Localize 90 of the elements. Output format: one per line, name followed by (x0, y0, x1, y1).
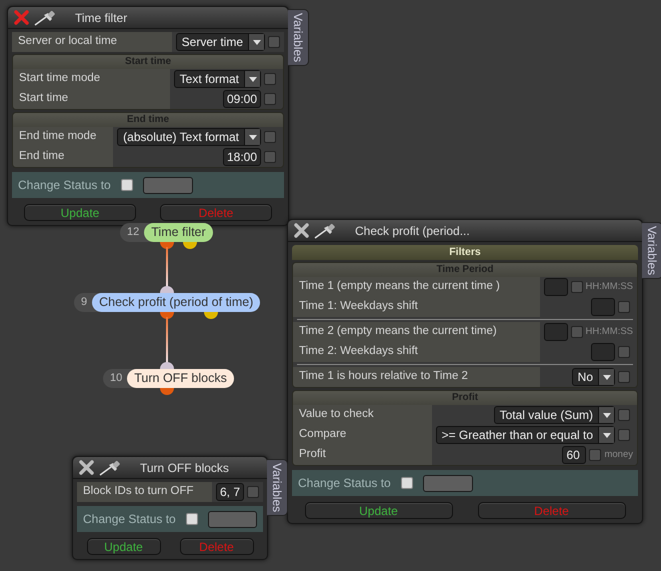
dropdown[interactable]: Server time (176, 33, 265, 51)
caret-icon (602, 432, 610, 438)
field-label: Time 2: Weekdays shift (299, 344, 418, 360)
field-label: Server or local time (18, 34, 118, 50)
window-title: Time filter (75, 10, 128, 26)
pin-icon[interactable] (33, 10, 57, 26)
variables-tab[interactable]: Variables (288, 9, 309, 66)
input-field[interactable]: 18:00 (222, 148, 261, 166)
checkbox[interactable] (570, 281, 582, 293)
close-icon[interactable] (79, 460, 94, 475)
output-port[interactable] (160, 388, 174, 395)
dropdown[interactable]: No (572, 368, 615, 386)
caret-icon (248, 76, 256, 82)
checkbox[interactable] (264, 93, 276, 105)
caret-icon (602, 412, 610, 418)
update-button[interactable]: Update (86, 538, 160, 555)
field-label: Block IDs to turn OFF (83, 484, 194, 500)
checkbox[interactable] (589, 449, 602, 461)
checkbox[interactable] (618, 346, 630, 358)
caret-icon (602, 374, 610, 380)
pin-icon[interactable] (313, 222, 337, 238)
field-label: End time mode (19, 129, 96, 144)
dropdown[interactable]: >= Greather than or equal to (436, 426, 615, 444)
dropdown[interactable]: Total value (Sum) (494, 406, 615, 424)
input-field[interactable] (544, 278, 568, 296)
output-port[interactable] (160, 242, 174, 249)
window-title: Check profit (period... (355, 222, 470, 240)
status-field[interactable] (422, 474, 473, 492)
field-label: Time 1: Weekdays shift (299, 299, 418, 314)
field-label: Time 1 is hours relative to Time 2 (299, 369, 468, 384)
field-label: Value to check (299, 407, 374, 422)
group-header: Filters (292, 245, 638, 260)
field-label: Start time mode (19, 71, 100, 86)
input-field[interactable] (591, 343, 615, 361)
checkbox[interactable] (400, 477, 413, 489)
status-label: Change Status to (298, 475, 391, 492)
field-label: Compare (299, 427, 346, 442)
input-field[interactable] (591, 298, 615, 316)
connector-line (166, 247, 168, 289)
status-label: Change Status to (83, 511, 176, 528)
checkbox[interactable] (618, 429, 630, 441)
checkbox[interactable] (268, 36, 280, 48)
checkbox[interactable] (570, 326, 582, 338)
window-title: Turn OFF blocks (140, 460, 229, 476)
dropdown[interactable]: Text format (174, 70, 261, 88)
input-port[interactable] (160, 286, 174, 293)
checkbox[interactable] (618, 409, 630, 421)
pin-icon[interactable] (98, 460, 122, 476)
input-field[interactable]: 09:00 (222, 90, 261, 108)
input-field[interactable] (544, 323, 568, 341)
output-port[interactable] (183, 242, 197, 249)
caret-icon (252, 40, 260, 44)
update-button[interactable]: Update (304, 502, 452, 519)
status-field[interactable] (142, 176, 193, 194)
checkbox[interactable] (618, 371, 630, 383)
caret-icon (248, 134, 256, 140)
field-label: Profit (299, 447, 326, 462)
checkbox[interactable] (618, 301, 630, 313)
node-number: 10 (109, 371, 124, 386)
field-label: Time 1 (empty means the current time ) (299, 279, 500, 294)
update-button[interactable]: Update (24, 204, 136, 221)
checkbox[interactable] (264, 151, 276, 163)
checkbox[interactable] (264, 73, 276, 85)
output-port[interactable] (204, 312, 218, 319)
input-field[interactable]: 60 (562, 446, 586, 464)
close-icon[interactable] (294, 223, 309, 238)
checkbox[interactable] (264, 131, 276, 143)
node-number: 9 (80, 295, 88, 310)
node-label[interactable]: Check profit (period of time) (92, 293, 260, 312)
input-field[interactable]: 6, 7 (216, 483, 244, 501)
node-label[interactable]: Turn OFF blocks (127, 369, 234, 388)
variables-tab[interactable]: Variables (267, 459, 288, 516)
checkbox[interactable] (120, 179, 133, 191)
node-number: 12 (126, 225, 140, 240)
status-label: Change Status to (18, 177, 111, 194)
checkbox[interactable] (247, 486, 259, 498)
hint-text: HH:MM:SS (586, 324, 633, 339)
field-label: End time (19, 149, 64, 164)
hint-text: money (604, 448, 633, 462)
variables-tab[interactable]: Variables (642, 222, 661, 280)
node-label[interactable]: Time filter (144, 223, 213, 242)
hint-text: HH:MM:SS (586, 280, 633, 294)
input-port[interactable] (160, 362, 174, 369)
status-field[interactable] (208, 510, 257, 528)
field-label: Time 2 (empty means the current time) (299, 324, 497, 340)
checkbox[interactable] (186, 513, 198, 525)
connector-line (166, 317, 168, 365)
field-label: Start time (19, 91, 68, 106)
output-port[interactable] (160, 312, 174, 319)
dropdown[interactable]: (absolute) Text format (117, 128, 261, 146)
